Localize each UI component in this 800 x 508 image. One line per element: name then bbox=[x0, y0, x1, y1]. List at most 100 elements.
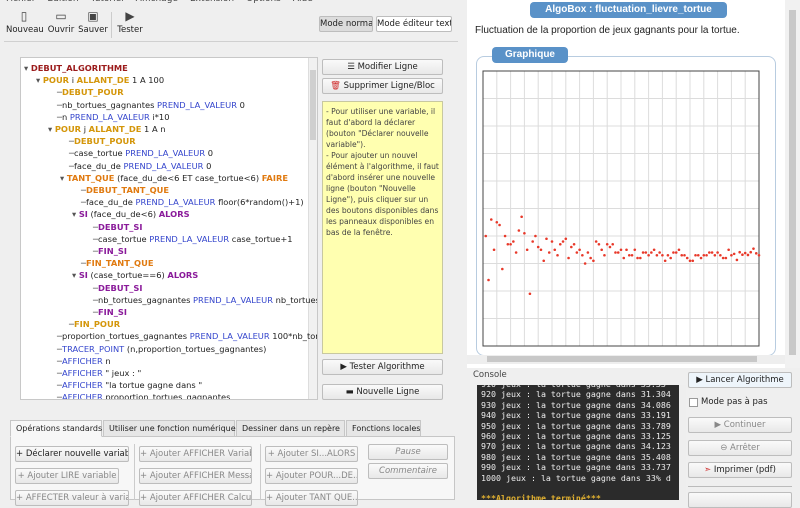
tree-line[interactable]: ─proportion_tortues_gagnantes PREND_LA_V… bbox=[57, 330, 317, 342]
add-for-button[interactable]: + Ajouter POUR...DE...A bbox=[265, 468, 358, 484]
tree-line[interactable]: ─DEBUT_SI bbox=[93, 282, 143, 294]
menu-3[interactable]: Affichage bbox=[136, 0, 178, 4]
tab-local-functions[interactable]: Fonctions locales bbox=[346, 420, 421, 437]
tree-line[interactable]: ▾ DEBUT_ALGORITHME bbox=[24, 62, 128, 74]
data-point bbox=[691, 259, 695, 263]
modify-line-button[interactable]: ☰ Modifier Ligne bbox=[322, 59, 443, 75]
tab-numeric-function[interactable]: Utiliser une fonction numérique bbox=[103, 420, 236, 437]
new-line-button[interactable]: ▬ Nouvelle Ligne bbox=[322, 384, 443, 400]
tree-line[interactable]: ▾ POUR i ALLANT_DE 1 A 100 bbox=[36, 74, 164, 86]
tree-line[interactable]: ─FIN_POUR bbox=[69, 318, 120, 330]
test-button[interactable]: ▶ Tester bbox=[116, 8, 144, 42]
new-button[interactable]: ▯ Nouveau bbox=[6, 8, 44, 42]
tree-token: ALLANT_DE bbox=[76, 75, 130, 86]
tree-token: proportion_tortues_gagnantes bbox=[102, 392, 231, 400]
tab-draw-frame[interactable]: Dessiner dans un repère bbox=[236, 420, 345, 437]
tree-token: TANT_QUE bbox=[66, 172, 115, 183]
scroll-thumb[interactable] bbox=[310, 70, 316, 140]
add-show-calc-button[interactable]: + Ajouter AFFICHER Calcul bbox=[139, 490, 252, 506]
expand-arrow-icon[interactable]: ▾ bbox=[60, 173, 67, 183]
test-algorithm-button[interactable]: ▶ Tester Algorithme bbox=[322, 359, 443, 375]
step-mode-label: Mode pas à pas bbox=[701, 397, 768, 407]
pause-button[interactable]: Pause bbox=[368, 444, 448, 460]
mode-normal-button[interactable]: Mode normal bbox=[319, 16, 373, 32]
scroll-thumb[interactable] bbox=[487, 356, 757, 362]
data-point bbox=[575, 251, 579, 254]
assign-button[interactable]: + AFFECTER valeur à variable bbox=[15, 490, 129, 506]
tree-line[interactable]: ─AFFICHER " jeux : " bbox=[57, 367, 141, 379]
expand-arrow-icon[interactable]: ▾ bbox=[36, 75, 43, 85]
tree-token: (n,proportion_tortues_gagnantes) bbox=[124, 343, 267, 354]
tree-line[interactable]: ─n PREND_LA_VALEUR i*10 bbox=[57, 111, 169, 123]
data-point bbox=[517, 229, 521, 232]
tree-line[interactable]: ─case_tortue PREND_LA_VALEUR case_tortue… bbox=[93, 233, 293, 245]
expand-arrow-icon[interactable]: ▾ bbox=[72, 209, 79, 219]
tree-token: proportion_tortues_gagnantes bbox=[62, 331, 190, 342]
tree-line[interactable]: ─AFFICHER proportion_tortues_gagnantes bbox=[57, 391, 231, 400]
tree-line[interactable]: ─TRACER_POINT (n,proportion_tortues_gagn… bbox=[57, 343, 266, 355]
tree-line[interactable]: ▾ SI (case_tortue==6) ALORS bbox=[72, 269, 198, 281]
menu-5[interactable]: Options bbox=[246, 0, 281, 4]
tree-line[interactable]: ─FIN_TANT_QUE bbox=[81, 257, 154, 269]
tree-line[interactable]: ─AFFICHER "la tortue gagne dans " bbox=[57, 379, 202, 391]
tree-token: FIN_SI bbox=[98, 307, 127, 317]
tree-line[interactable]: ─FIN_SI bbox=[93, 245, 127, 257]
comment-button[interactable]: Commentaire bbox=[368, 463, 448, 479]
stop-button[interactable]: ⊖ Arrêter bbox=[688, 440, 792, 456]
open-button[interactable]: ▭ Ouvrir bbox=[46, 8, 76, 42]
console-scrollbar[interactable] bbox=[679, 385, 686, 500]
data-point bbox=[528, 292, 532, 296]
add-show-message-button[interactable]: + Ajouter AFFICHER Message bbox=[139, 468, 252, 484]
tab-standard-operations[interactable]: Opérations standards bbox=[10, 420, 102, 437]
expand-arrow-icon[interactable]: ▾ bbox=[24, 63, 31, 73]
delete-line-button[interactable]: 🗑 Supprimer Ligne/Bloc bbox=[322, 78, 443, 94]
tree-line[interactable]: ─DEBUT_SI bbox=[93, 221, 143, 233]
print-pdf-button[interactable]: ➣ Imprimer (pdf) bbox=[688, 462, 792, 478]
add-while-button[interactable]: + Ajouter TANT QUE... bbox=[265, 490, 358, 506]
tree-token: DEBUT_SI bbox=[98, 282, 143, 293]
tree-line[interactable]: ─DEBUT_POUR bbox=[57, 86, 124, 98]
menu-4[interactable]: Extension bbox=[190, 0, 234, 4]
menu-6[interactable]: Aide bbox=[293, 0, 313, 4]
tree-line[interactable]: ─nb_tortues_gagnantes PREND_LA_VALEUR nb… bbox=[93, 294, 317, 306]
tree-token: face_du_de bbox=[86, 197, 136, 208]
continue-button[interactable]: ▶ Continuer bbox=[688, 417, 792, 433]
expand-arrow-icon[interactable]: ▾ bbox=[48, 124, 55, 134]
tree-line[interactable]: ▾ POUR j ALLANT_DE 1 A n bbox=[48, 123, 166, 135]
data-point bbox=[600, 248, 603, 252]
menu-2[interactable]: Tutoriel bbox=[91, 0, 124, 4]
tree-line[interactable]: ▾ TANT_QUE (face_du_de<6 ET case_tortue<… bbox=[60, 172, 288, 184]
tree-line[interactable]: ─face_du_de PREND_LA_VALEUR 0 bbox=[69, 160, 211, 172]
add-show-variable-button[interactable]: + Ajouter AFFICHER Variable bbox=[139, 446, 252, 462]
data-point bbox=[749, 250, 753, 254]
launch-algorithm-button[interactable]: ▶ Lancer Algorithme bbox=[688, 372, 792, 388]
scroll-thumb[interactable] bbox=[789, 10, 796, 355]
tree-line[interactable]: ─nb_tortues_gagnantes PREND_LA_VALEUR 0 bbox=[57, 99, 245, 111]
tree-line[interactable]: ─AFFICHER n bbox=[57, 355, 111, 367]
step-mode-checkbox[interactable] bbox=[689, 398, 698, 407]
tree-line[interactable]: ─case_tortue PREND_LA_VALEUR 0 bbox=[69, 147, 213, 159]
tree-line[interactable]: ─face_du_de PREND_LA_VALEUR floor(6*rand… bbox=[81, 196, 304, 208]
menu-0[interactable]: Fichier bbox=[6, 0, 35, 4]
tree-line[interactable]: ─DEBUT_TANT_QUE bbox=[81, 184, 169, 196]
expand-arrow-icon[interactable]: ▾ bbox=[72, 270, 79, 280]
new-label: Nouveau bbox=[6, 25, 44, 35]
data-point bbox=[683, 253, 686, 257]
menu-1[interactable]: Edition bbox=[47, 0, 78, 4]
output-vscrollbar[interactable] bbox=[785, 0, 800, 368]
output-hscrollbar[interactable] bbox=[467, 355, 785, 364]
tree-vscrollbar[interactable] bbox=[308, 58, 317, 399]
extra-button[interactable] bbox=[688, 492, 792, 508]
declare-variable-button[interactable]: + Déclarer nouvelle variable bbox=[15, 446, 129, 462]
tree-line[interactable]: ─FIN_SI bbox=[93, 306, 127, 318]
add-read-button[interactable]: + Ajouter LIRE variable bbox=[15, 468, 119, 484]
tree-line[interactable]: ─DEBUT_POUR bbox=[69, 135, 136, 147]
algorithm-tree[interactable]: ▾ DEBUT_ALGORITHME ▾ POUR i ALLANT_DE 1 A… bbox=[20, 57, 318, 400]
console-label: Console bbox=[473, 370, 507, 380]
ops-separator bbox=[134, 444, 135, 500]
mode-text-editor-button[interactable]: Mode éditeur texte bbox=[376, 16, 452, 32]
stop-label: Arrêter bbox=[730, 443, 760, 453]
tree-line[interactable]: ▾ SI (face_du_de<6) ALORS bbox=[72, 208, 190, 220]
save-button[interactable]: ▣ Sauver bbox=[78, 8, 108, 42]
add-if-button[interactable]: + Ajouter SI...ALORS bbox=[265, 446, 358, 462]
